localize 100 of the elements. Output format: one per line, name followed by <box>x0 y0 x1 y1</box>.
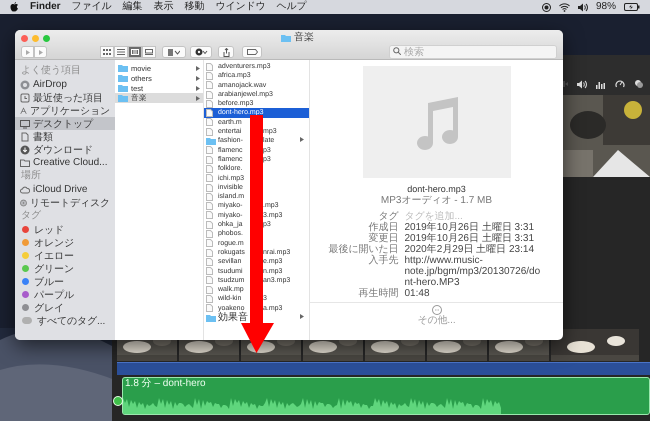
file-type: MP3オーディオ - 1.7 MB <box>380 195 492 207</box>
sidebar-label: オレンジ <box>34 236 74 250</box>
monitor-icon <box>20 118 30 128</box>
detail-value: 2019年10月26日 土曜日 3:31 <box>404 233 536 244</box>
battery-percentage: 98% <box>596 0 616 14</box>
view-mode-button[interactable] <box>100 46 114 58</box>
menu-item[interactable]: 移動 <box>184 0 205 14</box>
volume-icon <box>578 2 588 12</box>
sidebar-label: パープル <box>34 288 74 302</box>
cloud-icon <box>20 184 30 194</box>
folder-icon <box>281 34 291 42</box>
menu-item[interactable]: ファイル <box>72 0 112 14</box>
detail-value: 2020年2月29日 土曜日 23:14 <box>404 244 536 255</box>
sidebar-label: Creative Cloud... <box>33 157 108 168</box>
sidebar-item[interactable]: Creative Cloud... <box>15 156 115 169</box>
sidebar-item[interactable]: グリーン <box>15 262 115 275</box>
folder-icon <box>206 137 216 146</box>
menu-item[interactable]: 表示 <box>154 0 174 14</box>
sidebar-item[interactable]: グレイ <box>15 301 115 314</box>
grid-view-icon <box>103 49 111 55</box>
sidebar-item[interactable]: iCloud Drive <box>15 183 115 196</box>
menu-item[interactable]: ウインドウ <box>216 0 266 14</box>
sidebar-heading: タグ <box>20 209 42 223</box>
menu-item[interactable]: ヘルプ <box>276 0 307 14</box>
detail-label: 再生時間 <box>358 288 398 299</box>
sidebar-label: イエロー <box>34 250 74 262</box>
sidebar-item[interactable]: イエロー <box>15 249 115 262</box>
sidebar-heading: 場所 <box>20 169 42 183</box>
share-button[interactable] <box>218 46 234 58</box>
view-mode-button[interactable] <box>142 46 156 58</box>
sidebar-label: iCloud Drive <box>33 184 88 195</box>
sidebar-label: リモートディスク <box>30 196 110 210</box>
list-view-icon <box>117 49 125 55</box>
detail-label: 変更日 <box>368 233 398 244</box>
wifi-icon <box>558 2 570 12</box>
tag-icon <box>246 49 258 55</box>
apps-icon <box>20 106 27 116</box>
sidebar-item[interactable]: ブルー <box>15 275 115 288</box>
chevron-icon <box>300 314 304 320</box>
columns-view-icon <box>131 49 139 55</box>
detail-label: タグ <box>378 211 398 222</box>
sidebar-label: グリーン <box>34 262 74 276</box>
clip-label: 1.8 分 – dont-hero <box>124 378 207 389</box>
chevron-icon <box>300 137 304 142</box>
download-icon <box>20 144 30 154</box>
detail-value: http://www.music-note.jp/bgm/mp3/20130726/dont-hero.MP3 <box>404 255 542 288</box>
sidebar-item[interactable]: デスクトップ <box>15 117 115 130</box>
detail-label: 作成日 <box>368 222 398 233</box>
sidebar-item[interactable]: オレンジ <box>15 236 115 249</box>
group-button[interactable] <box>162 46 186 58</box>
chevron-icon <box>26 50 30 54</box>
sidebar-label: ダウンロード <box>33 144 93 156</box>
detail-label: 最後に開いた日 <box>328 244 398 255</box>
detail-value: 01:48 <box>404 288 431 299</box>
sidebar-item[interactable]: ダウンロード <box>15 143 115 156</box>
more-icon <box>432 305 442 315</box>
menu-item[interactable]: 編集 <box>122 0 143 14</box>
window-title: 音楽 <box>294 32 314 44</box>
color-balance-icon[interactable] <box>634 79 644 89</box>
file-title: dont-hero.mp3 <box>407 183 466 195</box>
tags-icon <box>22 317 32 324</box>
sidebar-label: すべてのタグ... <box>37 314 106 328</box>
sidebar-item[interactable]: リモートディスク <box>15 196 115 209</box>
app-menu[interactable]: Finder <box>30 0 61 14</box>
sidebar-item[interactable]: パープル <box>15 288 115 301</box>
disc-icon <box>20 198 27 208</box>
sidebar-item[interactable]: すべてのタグ... <box>15 314 115 327</box>
search-icon <box>393 47 401 55</box>
sidebar-label: グレイ <box>34 302 64 314</box>
search-field[interactable]: 検索 <box>389 45 557 59</box>
action-button[interactable] <box>190 46 212 58</box>
sidebar-label: レッド <box>34 224 64 236</box>
record-icon <box>542 2 551 12</box>
airdrop-icon <box>20 80 30 90</box>
view-mode-button[interactable] <box>128 46 142 58</box>
sidebar-heading: よく使う項目 <box>20 64 82 78</box>
view-mode-button[interactable] <box>114 46 128 58</box>
gallery-view-icon <box>145 49 153 55</box>
sidebar-item[interactable]: 書類 <box>15 130 115 143</box>
speedometer-icon[interactable] <box>615 79 625 89</box>
sidebar-item[interactable]: AirDrop <box>15 78 115 91</box>
sidebar-item[interactable]: アプリケーション <box>15 104 115 117</box>
sidebar-item[interactable]: 最近使った項目 <box>15 91 115 104</box>
share-icon <box>222 48 230 56</box>
grid-caret-icon <box>168 48 180 56</box>
clock-icon <box>20 92 30 102</box>
sidebar-label: 書類 <box>33 130 53 144</box>
chevron-icon <box>38 50 42 54</box>
sidebar-label: AirDrop <box>33 79 67 90</box>
file-row[interactable]: 効果音 <box>204 313 309 322</box>
volume-icon[interactable] <box>577 80 587 88</box>
detail-label: 入手先 <box>368 255 398 268</box>
folder-icon <box>206 314 216 322</box>
document-icon <box>20 132 30 142</box>
tag-button[interactable] <box>242 46 262 58</box>
sidebar-item[interactable]: レッド <box>15 223 115 236</box>
detail-value: 2019年10月26日 土曜日 3:31 <box>404 222 536 233</box>
sidebar-label: 最近使った項目 <box>33 92 103 104</box>
equalizer-icon[interactable] <box>596 80 606 88</box>
folder-icon <box>20 158 30 168</box>
